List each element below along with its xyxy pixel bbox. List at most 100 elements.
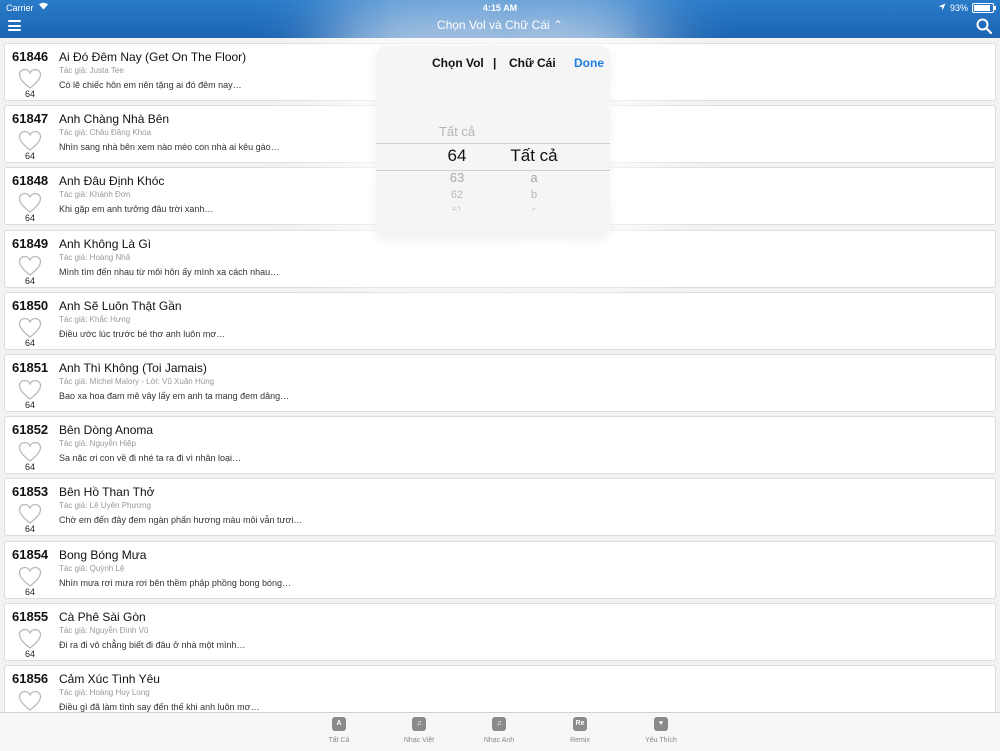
vol-option[interactable]: 63 [418, 170, 496, 185]
song-lyric-preview: Nhìn mưa rơi mưa rơi bên thềm phập phồng… [59, 577, 291, 588]
song-lyric-preview: Có lẽ chiếc hôn em nên tặng ai đó đêm na… [59, 80, 242, 90]
favorite-heart-icon[interactable] [18, 566, 42, 588]
song-lyric-preview: Mình tìm đến nhau từ môi hôn ấy mình xa … [59, 266, 280, 277]
letter-option[interactable]: b [496, 189, 572, 201]
picker-header: Chọn Vol | Chữ Cái Done [376, 56, 610, 72]
song-vol: 64 [25, 213, 36, 224]
song-author: Tác giả: Hoàng Huy Long [59, 688, 150, 697]
favorite-heart-icon[interactable] [18, 68, 42, 90]
tab-english-music[interactable]: ♫ Nhạc Anh [459, 717, 539, 744]
tab-label: Yêu Thích [645, 737, 677, 744]
tab-favorites[interactable]: ♥ Yêu Thích [621, 717, 701, 744]
song-number: 61848 [12, 173, 49, 189]
song-row[interactable]: 61854 64 Bong Bóng Mưa Tác giả: Quỳnh Lệ Nhì… [4, 540, 996, 599]
song-lyric-preview: Điều gì đã làm tình say đến thế khi anh … [59, 702, 260, 712]
picker-toggle-title[interactable]: Chọn Vol và Chữ Cái ⌃ [0, 18, 1000, 32]
song-row[interactable]: 61855 64 Cà Phê Sài Gòn Tác giả: Nguyễn Đìn… [4, 602, 996, 661]
song-number: 61851 [12, 360, 49, 375]
vol-selected[interactable]: 64 [418, 146, 496, 166]
song-title: Cà Phê Sài Gòn [59, 609, 146, 624]
song-row[interactable]: 61852 64 Bên Dòng Anoma Tác giả: Nguyễn Hiệ… [4, 416, 996, 475]
song-author: Tác giả: Nguyễn Đình Vũ [59, 625, 149, 635]
done-button[interactable]: Done [574, 56, 604, 70]
song-row[interactable]: 6185664Cảm Xúc Tình YêuTác giả: Hoàng Hu… [4, 665, 996, 712]
vol-option[interactable]: 61 [418, 205, 496, 211]
song-vol: 64 [25, 275, 36, 286]
vol-letter-picker-popover: Chọn Vol | Chữ Cái Done Tất cả 64 63 62 … [376, 46, 610, 238]
song-author: Tác giả: Justa Tee [59, 66, 124, 75]
favorite-heart-icon[interactable] [18, 441, 42, 463]
song-row[interactable]: 61849 64 Anh Không Là Gì Tác giả: Hoàng Nhã… [4, 229, 996, 288]
song-author: Tác giả: Lê Uyên Phương [59, 501, 151, 511]
song-vol: 64 [25, 586, 36, 597]
favorite-heart-icon[interactable] [18, 192, 42, 214]
tab-vietnamese-music[interactable]: ♫ Nhạc Việt [379, 717, 459, 744]
navigation-bar: Carrier 4:15 AM 93% Chọn Vol và Chữ Cái … [0, 0, 1000, 38]
favorite-heart-icon[interactable] [18, 690, 42, 712]
vol-option[interactable]: Tất cả [418, 124, 496, 139]
letter-option[interactable]: a [496, 170, 572, 185]
song-title: Cảm Xúc Tình Yêu [59, 672, 160, 686]
picker-wheels: Tất cả 64 63 62 61 Tất cả a b c [376, 106, 610, 222]
search-icon[interactable] [976, 18, 993, 35]
song-number: 61849 [12, 235, 49, 251]
favorite-heart-icon[interactable] [18, 503, 42, 525]
song-number: 61852 [12, 422, 49, 438]
status-bar: Carrier 4:15 AM 93% [0, 0, 1000, 16]
song-number: 61853 [12, 484, 49, 500]
song-lyric-preview: Bao xa hoa đam mê vây lấy em anh ta mang… [59, 391, 290, 401]
song-author: Tác giả: Khánh Đơn [59, 190, 131, 200]
letter-option[interactable]: c [496, 205, 572, 211]
song-lyric-preview: Khi gặp em anh tưởng đâu trời xanh… [59, 204, 214, 215]
song-row[interactable]: 61850 64 Anh Sẽ Luôn Thật Gần Tác giả: Khắc… [4, 291, 996, 350]
song-title: Bong Bóng Mưa [59, 547, 147, 562]
tab-all[interactable]: A Tất Cả [299, 717, 379, 744]
song-row[interactable]: 61851 64 Anh Thì Không (Toi Jamais) Tác giả… [4, 354, 996, 412]
song-author: Tác giả: Michel Malory - Lời: Vũ Xuân Hù… [59, 377, 215, 386]
all-songs-icon: A [332, 717, 346, 731]
song-number: 61854 [12, 546, 49, 562]
song-title: Bên Dòng Anoma [59, 423, 154, 438]
picker-header-letter: Chữ Cái [509, 56, 556, 70]
favorite-heart-icon[interactable] [18, 130, 42, 152]
favorite-heart-icon[interactable] [18, 255, 42, 277]
tab-label: Remix [570, 737, 590, 744]
location-arrow-icon [938, 3, 946, 13]
tab-label: Tất Cả [328, 737, 350, 744]
song-vol: 64 [25, 524, 36, 535]
song-vol: 64 [25, 151, 36, 162]
song-lyric-preview: Sa nặc ơi con về đi nhé ta ra đi vì nhân… [59, 453, 242, 464]
status-time: 4:15 AM [482, 3, 518, 13]
song-number: 61855 [12, 608, 49, 624]
song-title: Anh Sẽ Luôn Thật Gần [59, 298, 182, 313]
song-lyric-preview: Chờ em đến đây đem ngàn phấn hương màu m… [59, 515, 303, 526]
picker-header-separator: | [493, 56, 497, 70]
song-title: Anh Không Là Gì [59, 236, 152, 251]
song-author: Tác giả: Quỳnh Lệ [59, 563, 125, 573]
song-author: Tác giả: Khắc Hưng [59, 314, 131, 324]
song-vol: 64 [25, 337, 36, 348]
music-note-icon: ♫ [492, 717, 506, 731]
song-row[interactable]: 61853 64 Bên Hồ Than Thở Tác giả: Lê Uyên P… [4, 478, 996, 537]
song-title: Anh Đâu Định Khóc [59, 174, 165, 189]
favorite-heart-icon[interactable] [18, 628, 42, 650]
vol-option[interactable]: 62 [418, 189, 496, 201]
song-title: Bên Hồ Than Thở [59, 485, 155, 500]
favorite-heart-icon[interactable] [18, 317, 42, 339]
battery-icon [972, 3, 996, 13]
favorite-heart-icon[interactable] [18, 379, 42, 401]
tab-remix[interactable]: Re Remix [540, 717, 620, 744]
tab-label: Nhạc Anh [483, 737, 515, 744]
picker-header-vol: Chọn Vol [432, 56, 484, 70]
song-title: Anh Chàng Nhà Bên [59, 112, 170, 127]
song-author: Tác giả: Nguyễn Hiệp [59, 439, 136, 449]
song-title: Anh Thì Không (Toi Jamais) [59, 361, 207, 375]
music-note-icon: ♫ [412, 717, 426, 731]
letter-selected[interactable]: Tất cả [496, 146, 572, 166]
song-number: 61856 [12, 671, 49, 686]
song-vol: 64 [25, 400, 36, 410]
song-lyric-preview: Nhìn sang nhà bên xem nào mèo con nhà ai… [59, 142, 280, 153]
song-title: Ai Đó Đêm Nay (Get On The Floor) [59, 50, 247, 64]
remix-icon: Re [573, 717, 587, 731]
song-vol: 64 [25, 89, 36, 99]
